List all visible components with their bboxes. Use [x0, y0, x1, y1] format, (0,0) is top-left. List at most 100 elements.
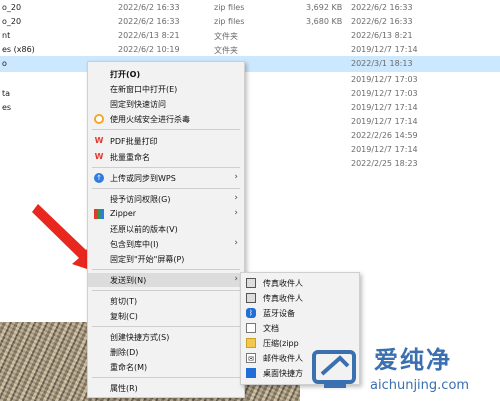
file-name: o_20 [2, 3, 22, 12]
file-size: 3,692 KB [306, 3, 343, 12]
menu-item-grant-access[interactable]: 授予访问权限(G) › [88, 192, 244, 206]
file-modified: 2019/12/7 17:14 [351, 45, 418, 54]
menu-item-batch-rename[interactable]: W 批量重命名 [88, 150, 244, 164]
menu-item-huorong-scan[interactable]: ● 使用火绒安全进行杀毒 [88, 112, 244, 126]
menu-item-label: 上传或同步到WPS [110, 174, 176, 183]
menu-item-open-new-window[interactable]: 在新窗口中打开(E) [88, 82, 244, 96]
menu-item-label: PDF批量打印 [110, 137, 158, 146]
menu-item-delete[interactable]: 删除(D) [88, 345, 244, 359]
file-name: ta [2, 89, 11, 98]
menu-separator [92, 290, 240, 291]
file-name: es (x86) [2, 45, 35, 54]
chevron-right-icon: › [234, 208, 238, 218]
menu-item-label: 属性(R) [110, 384, 138, 393]
send-to-item-label: 桌面快捷方 [263, 369, 303, 378]
file-modified: 2022/6/2 16:33 [351, 3, 413, 12]
menu-item-label: 包含到库中(I) [110, 240, 159, 249]
send-to-item-bluetooth[interactable]: ᛒ 蓝牙设备 [241, 306, 359, 320]
file-modified: 2022/2/26 14:59 [351, 131, 418, 140]
zip-folder-icon [246, 338, 256, 348]
aichunjing-logo-icon [312, 350, 356, 388]
watermark-brand: 爱纯净 [374, 346, 452, 374]
menu-item-label: 固定到快速访问 [110, 100, 166, 109]
send-to-item-documents[interactable]: 文档 [241, 321, 359, 335]
wps-rename-icon: W [94, 152, 104, 161]
menu-item-label: Zipper [110, 209, 137, 218]
menu-separator [92, 377, 240, 378]
file-date: 2022/6/13 8:21 [118, 31, 180, 40]
menu-item-label: 固定到"开始"屏幕(P) [110, 255, 185, 264]
menu-item-restore-versions[interactable]: 还原以前的版本(V) [88, 222, 244, 236]
huorong-icon: ● [94, 114, 104, 124]
menu-separator [92, 269, 240, 270]
file-row-selected[interactable]: o 2022/3/1 18:13 [0, 56, 500, 72]
watermark-url: aichunjing.com [370, 378, 470, 393]
menu-item-pin-start[interactable]: 固定到"开始"屏幕(P) [88, 252, 244, 266]
send-to-item-label: 文档 [263, 324, 279, 333]
menu-item-label: 剪切(T) [110, 297, 138, 306]
file-name: nt [2, 31, 11, 40]
menu-separator [92, 129, 240, 130]
menu-item-label: 删除(D) [110, 348, 139, 357]
menu-separator [92, 167, 240, 168]
chevron-right-icon: › [234, 274, 238, 284]
file-name: o_20 [2, 17, 22, 26]
file-row[interactable]: 2022/2/25 18:23 [0, 156, 500, 172]
watermark: 爱纯净 aichunjing.com [304, 340, 500, 401]
file-type: zip files [214, 3, 245, 12]
menu-item-label: 发送到(N) [110, 276, 147, 285]
file-name: o [2, 59, 7, 68]
menu-item-copy[interactable]: 复制(C) [88, 309, 244, 323]
menu-item-label: 重命名(M) [110, 363, 148, 372]
menu-item-upload-wps[interactable]: ↑ 上传或同步到WPS › [88, 171, 244, 185]
menu-item-cut[interactable]: 剪切(T) [88, 294, 244, 308]
send-to-item-label: 邮件收件人 [263, 354, 303, 363]
menu-item-pin-quick-access[interactable]: 固定到快速访问 [88, 97, 244, 111]
menu-item-label: 打开(O) [110, 70, 141, 79]
menu-item-zipper[interactable]: Zipper › [88, 207, 244, 221]
menu-item-send-to[interactable]: 发送到(N) › [88, 273, 244, 287]
menu-item-label: 复制(C) [110, 312, 138, 321]
file-modified: 2019/12/7 17:03 [351, 75, 418, 84]
file-date: 2022/6/2 16:33 [118, 17, 180, 26]
file-type: 文件夹 [214, 32, 238, 41]
file-type: zip files [214, 17, 245, 26]
file-date: 2022/6/2 10:19 [118, 45, 180, 54]
zipper-icon [94, 209, 104, 219]
menu-item-label: 还原以前的版本(V) [110, 225, 178, 234]
context-menu: 打开(O) 在新窗口中打开(E) 固定到快速访问 ● 使用火绒安全进行杀毒 W … [87, 61, 245, 398]
documents-icon [246, 323, 256, 333]
menu-item-open[interactable]: 打开(O) [88, 67, 244, 81]
file-type: 文件夹 [214, 46, 238, 55]
file-date: 2022/6/2 16:33 [118, 3, 180, 12]
desktop-icon [246, 368, 256, 378]
menu-item-label: 在新窗口中打开(E) [110, 85, 178, 94]
file-modified: 2019/12/7 17:14 [351, 117, 418, 126]
menu-item-rename[interactable]: 重命名(M) [88, 360, 244, 374]
send-to-item-label: 传真收件人 [263, 279, 303, 288]
send-to-item-label: 传真收件人 [263, 294, 303, 303]
menu-item-create-shortcut[interactable]: 创建快捷方式(S) [88, 330, 244, 344]
menu-item-label: 使用火绒安全进行杀毒 [110, 115, 190, 124]
chevron-right-icon: › [234, 193, 238, 203]
mail-icon: ✉ [246, 353, 256, 363]
send-to-item-label: 压缩(zipp [263, 339, 299, 348]
menu-item-label: 创建快捷方式(S) [110, 333, 170, 342]
menu-item-label: 授予访问权限(G) [110, 195, 171, 204]
file-modified: 2019/12/7 17:14 [351, 145, 418, 154]
fax-icon [246, 293, 256, 303]
send-to-item-fax[interactable]: 传真收件人 [241, 276, 359, 290]
menu-separator [92, 326, 240, 327]
wps-pdf-icon: W [94, 136, 104, 145]
file-modified: 2022/2/25 18:23 [351, 159, 418, 168]
menu-item-include-library[interactable]: 包含到库中(I) › [88, 237, 244, 251]
menu-item-properties[interactable]: 属性(R) [88, 381, 244, 395]
send-to-item-label: 蓝牙设备 [263, 309, 295, 318]
chevron-right-icon: › [234, 172, 238, 182]
chevron-right-icon: › [234, 238, 238, 248]
menu-separator [92, 188, 240, 189]
menu-item-pdf-batch-print[interactable]: W PDF批量打印 [88, 134, 244, 148]
wps-cloud-icon: ↑ [94, 173, 104, 183]
send-to-item-fax[interactable]: 传真收件人 [241, 291, 359, 305]
menu-item-label: 批量重命名 [110, 153, 150, 162]
